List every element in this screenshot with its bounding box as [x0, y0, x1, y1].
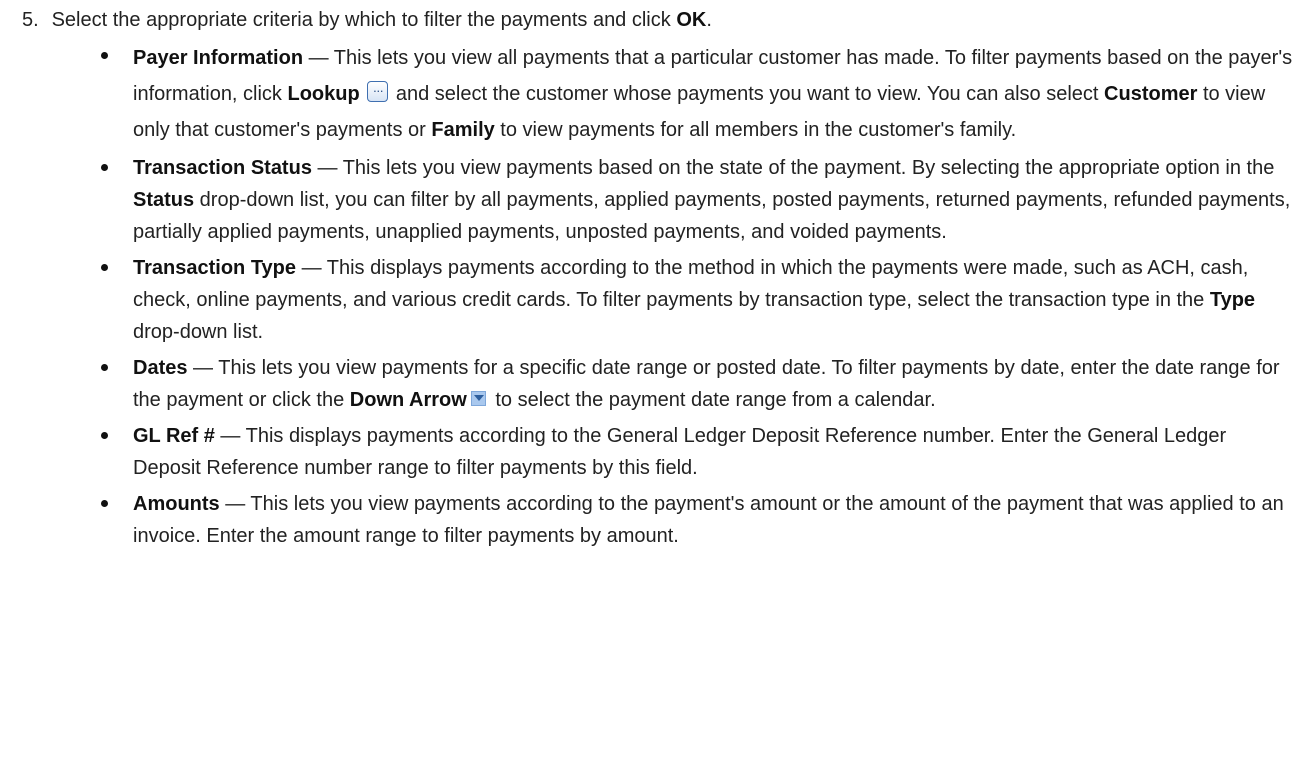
lookup-ellipsis-icon	[367, 73, 389, 109]
bullet-icon	[101, 264, 108, 271]
bullet-icon	[101, 432, 108, 439]
criteria-item-payer-information: Payer Information — This lets you view a…	[98, 40, 1298, 148]
criteria-item-transaction-type: Transaction Type — This displays payment…	[98, 252, 1298, 348]
criteria-item-gl-ref: GL Ref # — This displays payments accord…	[98, 420, 1298, 484]
criteria-item-amounts: Amounts — This lets you view payments ac…	[98, 488, 1298, 552]
criteria-text: — This displays payments according to th…	[133, 425, 1227, 479]
step-text-after: .	[706, 9, 712, 31]
down-arrow-icon	[470, 391, 486, 406]
criteria-text: — This displays payments according to th…	[133, 257, 1249, 311]
criteria-text: and select the customer whose payments y…	[390, 83, 1105, 105]
criteria-text: — This lets you view payments according …	[133, 493, 1284, 547]
criteria-text: — This lets you view payments based on t…	[311, 157, 1275, 179]
criteria-title: Payer Information	[133, 47, 304, 69]
bullet-icon	[101, 52, 108, 59]
criteria-item-transaction-status: Transaction Status — This lets you view …	[98, 152, 1298, 248]
criteria-title: GL Ref #	[133, 425, 215, 447]
family-term: Family	[431, 119, 495, 141]
down-arrow-term: Down Arrow	[349, 389, 467, 411]
step-5: 5. Select the appropriate criteria by wh…	[22, 4, 1302, 36]
criteria-text: drop-down list.	[133, 321, 264, 343]
lookup-term: Lookup	[287, 83, 360, 105]
criteria-title: Amounts	[133, 493, 220, 515]
ok-term: OK	[676, 9, 707, 31]
bullet-icon	[101, 500, 108, 507]
criteria-title: Dates	[133, 357, 188, 379]
criteria-text: to select the payment date range from a …	[489, 389, 936, 411]
customer-term: Customer	[1104, 83, 1198, 105]
criteria-text: drop-down list, you can filter by all pa…	[133, 189, 1291, 243]
step-number: 5.	[22, 9, 39, 31]
step-text-before: Select the appropriate criteria by which…	[51, 9, 677, 31]
type-term: Type	[1209, 289, 1256, 311]
criteria-item-dates: Dates — This lets you view payments for …	[98, 352, 1298, 416]
help-page: 5. Select the appropriate criteria by wh…	[0, 0, 1315, 770]
bullet-icon	[101, 164, 108, 171]
status-term: Status	[133, 189, 195, 211]
bullet-icon	[101, 364, 108, 371]
criteria-list: Payer Information — This lets you view a…	[98, 40, 1298, 552]
criteria-text: to view payments for all members in the …	[494, 119, 1017, 141]
criteria-title: Transaction Type	[133, 257, 297, 279]
criteria-title: Transaction Status	[133, 157, 312, 179]
